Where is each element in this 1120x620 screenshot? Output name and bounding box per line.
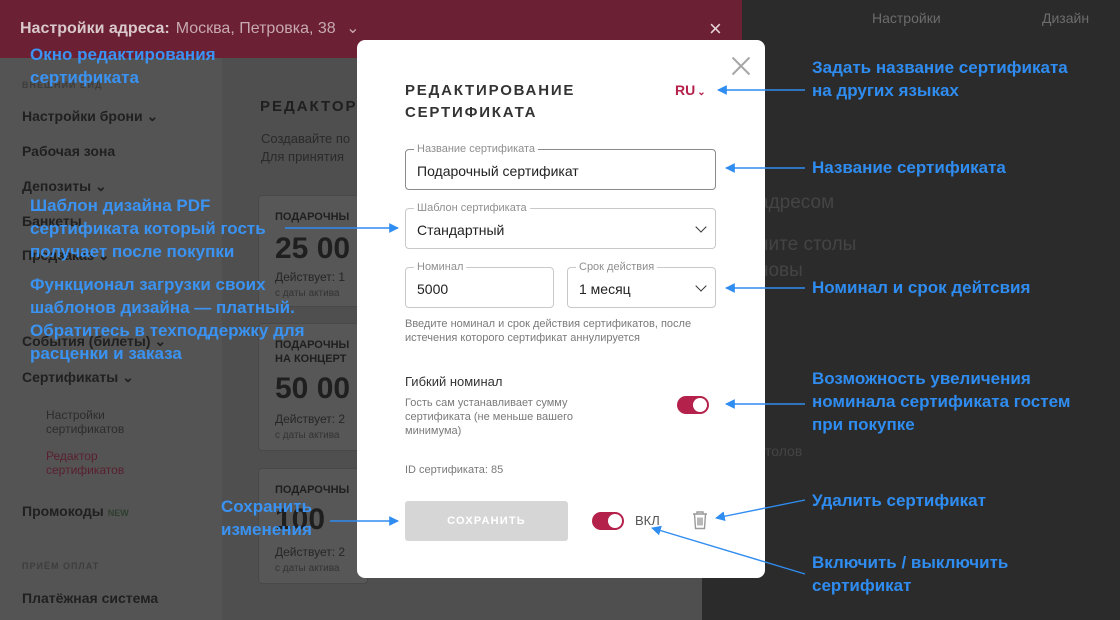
sidebar-subitem-cert-editor[interactable]: Редактор сертификатов xyxy=(46,449,146,477)
card-value: 50 00 xyxy=(275,372,351,405)
trash-icon[interactable] xyxy=(691,510,709,530)
field-label: Срок действия xyxy=(576,260,658,274)
flexible-nominal-title: Гибкий номинал xyxy=(405,374,503,389)
annotation-nominal: Номинал и срок дейтсвия xyxy=(812,278,1031,297)
annotation-template: Шаблон дизайна PDF сертификата который г… xyxy=(30,196,266,261)
preview-text: адресом xyxy=(758,192,835,213)
toggle-knob xyxy=(608,514,622,528)
annotation-language: Задать название сертификата на других яз… xyxy=(812,58,1068,100)
close-icon[interactable] xyxy=(731,56,751,76)
preview-text: ните столы xyxy=(758,234,857,255)
sidebar-item-workspace[interactable]: Рабочая зона xyxy=(22,143,115,159)
sidebar-item-deposits[interactable]: Депозиты ⌄ xyxy=(22,178,107,195)
language-selector[interactable]: RU ⌄ xyxy=(675,82,706,98)
save-button[interactable]: СОХРАНИТЬ xyxy=(405,501,568,541)
nav-design[interactable]: Дизайн xyxy=(1042,10,1089,26)
nominal-hint: Введите номинал и срок действия сертифик… xyxy=(405,318,692,344)
nav-settings[interactable]: Настройки xyxy=(872,10,941,26)
enable-certificate-toggle[interactable] xyxy=(592,512,624,530)
edit-certificate-modal: РЕДАКТИРОВАНИЕ СЕРТИФИКАТА RU ⌄ Название … xyxy=(357,40,765,578)
field-label: Название сертификата xyxy=(414,142,539,156)
chevron-down-icon: ⌄ xyxy=(346,20,360,37)
enabled-label: ВКЛ xyxy=(635,513,660,528)
field-label: Номинал xyxy=(414,260,467,274)
page-description: Создавайте по Для принятия xyxy=(261,130,350,166)
page-title: РЕДАКТОР xyxy=(260,98,358,115)
certificate-name-input[interactable]: Название сертификата Подарочный сертифик… xyxy=(405,142,716,190)
nominal-input[interactable]: Номинал 5000 xyxy=(405,260,554,308)
annotation-flexible: Возможность увеличения номинала сертифик… xyxy=(812,369,1071,434)
sidebar-subitem-cert-settings[interactable]: Настройки сертификатов xyxy=(46,408,146,436)
promo-label: Промокоды xyxy=(22,503,104,519)
field-value: Стандартный xyxy=(417,222,505,238)
template-select[interactable]: Шаблон сертификата Стандартный xyxy=(405,201,716,249)
sidebar-item-certificates[interactable]: Сертификаты ⌄ xyxy=(22,369,134,386)
annotation-save: Сохранить изменения xyxy=(221,497,313,539)
close-icon[interactable]: × xyxy=(709,16,722,42)
top-right-nav: Настройки Дизайн xyxy=(742,0,1120,58)
chevron-down-icon: ⌄ xyxy=(697,87,706,98)
toggle-knob xyxy=(693,398,707,412)
address-label: Настройки адреса: xyxy=(20,20,170,37)
annotation-paid: Функционал загрузки своих шаблонов дизай… xyxy=(30,275,305,363)
page-description-line: Создавайте по xyxy=(261,131,351,146)
field-value: 5000 xyxy=(417,281,449,297)
sidebar-item-promo[interactable]: Промокоды NEW xyxy=(22,503,129,519)
address-value: Москва, Петровка, 38 xyxy=(175,20,336,37)
validity-select[interactable]: Срок действия 1 месяц xyxy=(567,260,716,308)
language-code: RU xyxy=(675,82,696,98)
card-subtext: с даты актива xyxy=(275,430,340,441)
sidebar-caption: ПРИЁМ ОПЛАТ xyxy=(22,561,100,571)
page-description-line: Для принятия xyxy=(261,149,345,164)
field-value: Подарочный сертификат xyxy=(417,163,579,179)
card-subtext: с даты актива xyxy=(275,563,340,574)
flexible-nominal-toggle[interactable] xyxy=(677,396,709,414)
field-value: 1 месяц xyxy=(579,281,631,297)
annotation-delete: Удалить сертификат xyxy=(812,491,986,510)
sidebar-item-payment[interactable]: Платёжная система xyxy=(22,590,158,606)
card-status: Действует: 2 xyxy=(275,545,346,559)
chevron-down-icon xyxy=(695,221,707,233)
modal-title: РЕДАКТИРОВАНИЕ СЕРТИФИКАТА xyxy=(405,82,576,121)
annotation-toggle: Включить / выключить сертификат xyxy=(812,553,1009,595)
field-label: Шаблон сертификата xyxy=(414,201,530,215)
annotation-name: Название сертификата xyxy=(812,158,1006,177)
card-status: Действует: 2 xyxy=(275,412,346,426)
chevron-down-icon xyxy=(695,280,707,292)
new-badge: NEW xyxy=(107,508,129,518)
certificate-id: ID сертификата: 85 xyxy=(405,464,504,476)
address-selector[interactable]: Настройки адреса: Москва, Петровка, 38 ⌄ xyxy=(20,18,360,38)
flexible-nominal-description: Гость сам устанавливает сумму сертификат… xyxy=(405,397,573,437)
annotation-window: Окно редактирования сертификата xyxy=(30,45,216,87)
sidebar-item-booking[interactable]: Настройки брони ⌄ xyxy=(22,108,158,125)
